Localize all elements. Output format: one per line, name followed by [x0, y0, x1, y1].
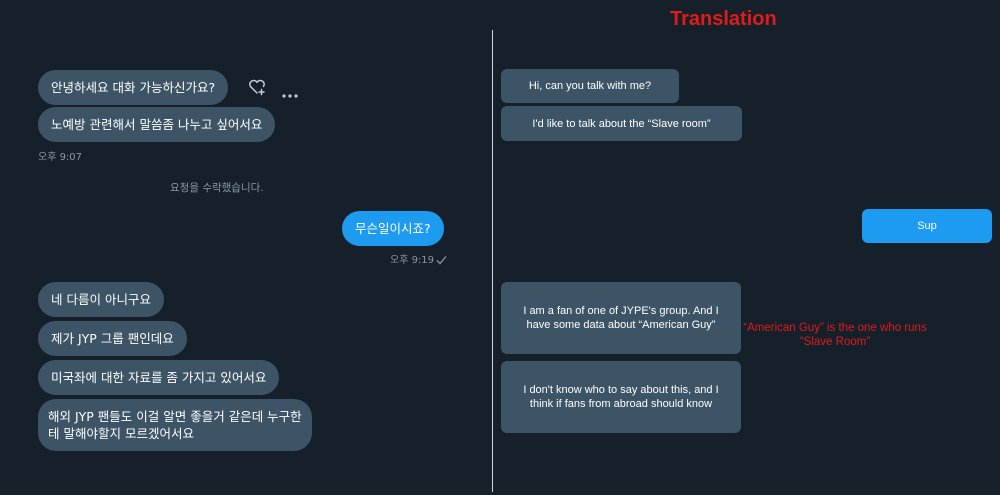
message-bubble-1[interactable]: 안녕하세요 대화 가능하신가요? [38, 70, 229, 105]
timestamp: 오후 9:07 [38, 152, 83, 163]
reply-bubble[interactable]: 무슨일이시죠? [342, 211, 444, 246]
translation-box-4: I don't know who to say about this, and … [501, 361, 741, 433]
translation-box-3: I am a fan of one of JYPE's group. And I… [501, 282, 741, 354]
message-bubble-4[interactable]: 제가 JYP 그룹 팬인데요 [38, 321, 187, 356]
message-bubble-6[interactable]: 해외 JYP 팬들도 이걸 알면 좋을거 같은데 누구한테 말해야할지 모르겠어… [38, 399, 312, 451]
translation-reply-box: Sup [862, 209, 992, 243]
message-bubble-2[interactable]: 노예방 관련해서 말씀좀 나누고 싶어서요 [38, 107, 276, 142]
timestamp: 오후 9:19 [390, 255, 435, 266]
checkmark-icon [436, 250, 447, 269]
translation-note: “American Guy” is the one who runs “Slav… [743, 322, 927, 348]
page-title: Translation [670, 8, 777, 30]
translation-box-2: I'd like to talk about the “Slave room” [501, 106, 742, 141]
more-dots-icon[interactable] [281, 84, 299, 103]
translation-box-1: Hi, can you talk with me? [501, 69, 679, 103]
system-message: 요청을 수락했습니다. [170, 182, 264, 194]
message-bubble-5[interactable]: 미국좌에 대한 자료를 좀 가지고 있어서요 [38, 360, 280, 395]
message-bubble-3[interactable]: 네 다름이 아니구요 [38, 282, 164, 317]
heart-plus-icon[interactable] [247, 77, 267, 101]
divider [492, 30, 493, 492]
